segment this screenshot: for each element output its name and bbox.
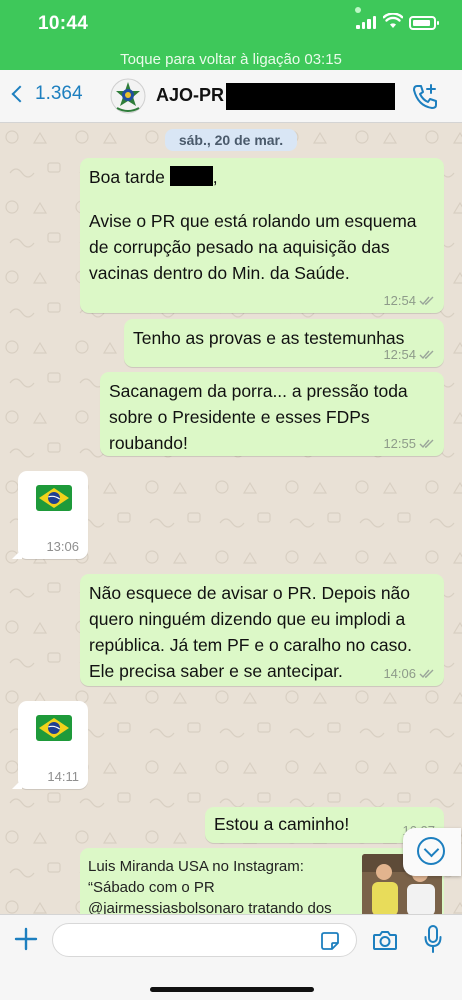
return-to-call-banner[interactable]: Toque para voltar à ligação 03:15	[0, 50, 462, 70]
composer-bar	[0, 914, 462, 1000]
message-bubble-incoming[interactable]: 14:11	[12, 701, 88, 789]
status-bar: 10:44	[0, 0, 462, 50]
back-button[interactable]: 1.364	[10, 83, 83, 105]
brazil-flag-icon	[36, 485, 72, 511]
add-call-icon[interactable]	[410, 82, 440, 112]
wifi-icon	[383, 13, 403, 28]
read-receipt-icon	[419, 296, 434, 306]
avatar[interactable]	[110, 78, 146, 114]
camera-icon[interactable]	[372, 928, 398, 952]
message-greeting: Boa tarde ,	[89, 166, 218, 187]
home-indicator[interactable]	[150, 987, 314, 992]
redaction-bar	[169, 166, 213, 186]
message-bubble-incoming[interactable]: 13:06	[12, 471, 88, 559]
message-time: 12:54	[383, 347, 416, 362]
message-input[interactable]	[52, 923, 357, 957]
read-receipt-icon	[419, 669, 434, 679]
scroll-to-bottom-button[interactable]	[403, 828, 461, 876]
active-dot	[355, 7, 361, 13]
date-chip: sáb., 20 de mar.	[165, 129, 297, 151]
unread-count: 1.364	[35, 83, 83, 104]
message-time: 13:06	[46, 539, 79, 554]
link-preview-bubble[interactable]: Luis Miranda USA no Instagram: “Sábado c…	[80, 848, 444, 914]
message-time: 14:11	[47, 769, 79, 784]
plus-icon[interactable]	[14, 927, 38, 951]
link-preview-text: Luis Miranda USA no Instagram: “Sábado c…	[88, 858, 332, 914]
microphone-icon[interactable]	[424, 925, 442, 953]
contact-name[interactable]: AJO-PR	[156, 85, 224, 106]
message-bubble-outgoing[interactable]: Boa tarde , Avise o PR que está rolando …	[80, 158, 444, 313]
message-bubble-outgoing[interactable]: Tenho as provas e as testemunhas 12:54	[124, 319, 444, 367]
message-text: Avise o PR que está rolando um esquema d…	[89, 211, 417, 283]
message-time: 12:55	[383, 436, 416, 451]
redaction-bar	[226, 83, 395, 110]
sticker-icon[interactable]	[320, 931, 340, 951]
chat-area[interactable]: sáb., 20 de mar. Boa tarde , Avise o PR …	[0, 123, 462, 914]
message-time: 14:06	[383, 666, 416, 681]
chat-header: 1.364 AJO-PR	[0, 70, 462, 123]
status-time: 10:44	[38, 13, 89, 34]
message-time: 12:54	[383, 293, 416, 308]
signal-icon	[356, 15, 376, 29]
read-receipt-icon	[419, 439, 434, 449]
chevron-left-icon	[11, 85, 29, 103]
brazil-flag-icon	[36, 715, 72, 741]
chevron-down-icon	[417, 837, 445, 865]
read-receipt-icon	[419, 350, 434, 360]
battery-icon	[409, 16, 439, 30]
message-bubble-outgoing[interactable]: Sacanagem da porra... a pressão toda sob…	[100, 372, 444, 456]
message-bubble-outgoing[interactable]: Não esquece de avisar o PR. Depois não q…	[80, 574, 444, 686]
